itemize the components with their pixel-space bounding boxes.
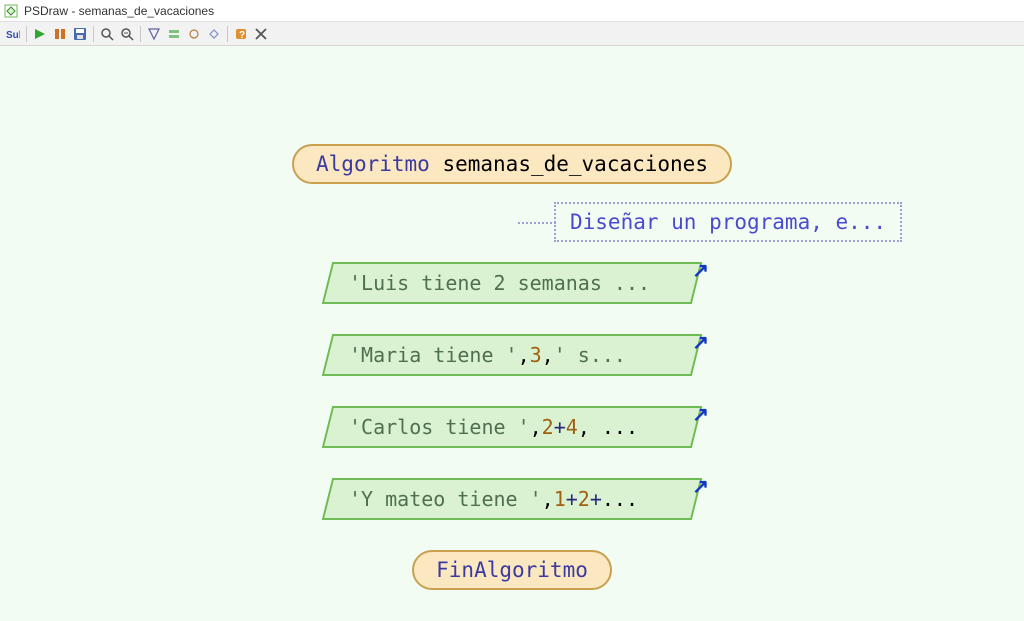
- toolbar-separator: [140, 26, 141, 42]
- output-node[interactable]: 'Y mateo tiene ', 1+2+...↗: [327, 478, 697, 520]
- code-segment: +: [566, 487, 578, 511]
- start-terminal[interactable]: Algoritmo semanas_de_vacaciones: [292, 144, 732, 184]
- code-segment: ,: [542, 343, 554, 367]
- end-label: FinAlgoritmo: [436, 558, 588, 582]
- output-content: 'Maria tiene ', 3, ' s...: [327, 334, 697, 376]
- titlebar: PSDraw - semanas_de_vacaciones: [0, 0, 1024, 22]
- comment-connector: [518, 222, 556, 224]
- step-button[interactable]: [51, 25, 69, 43]
- close-button[interactable]: [252, 25, 270, 43]
- help-button[interactable]: ?: [232, 25, 250, 43]
- layout-button[interactable]: [205, 25, 223, 43]
- app-icon: [4, 4, 18, 18]
- comment-node[interactable]: Diseñar un programa, e...: [554, 202, 902, 242]
- start-keyword: Algoritmo: [316, 152, 430, 176]
- toolbar-separator: [227, 26, 228, 42]
- output-node[interactable]: 'Maria tiene ', 3, ' s...↗: [327, 334, 697, 376]
- code-segment: 4: [566, 415, 578, 439]
- code-segment: 3: [530, 343, 542, 367]
- run-button[interactable]: [31, 25, 49, 43]
- output-content: 'Carlos tiene ', 2+4, ...: [327, 406, 697, 448]
- layout-button[interactable]: [145, 25, 163, 43]
- code-segment: , ...: [578, 415, 638, 439]
- toolbar-separator: [93, 26, 94, 42]
- window-title: PSDraw - semanas_de_vacaciones: [24, 4, 214, 18]
- toolbar: Sub ?: [0, 22, 1024, 46]
- output-node[interactable]: 'Carlos tiene ', 2+4, ...↗: [327, 406, 697, 448]
- algorithm-name-text: semanas_de_vacaciones: [442, 152, 708, 176]
- output-node[interactable]: 'Luis tiene 2 semanas ...↗: [327, 262, 697, 304]
- code-segment: +: [590, 487, 602, 511]
- layout-button[interactable]: [165, 25, 183, 43]
- code-segment: 2: [578, 487, 590, 511]
- svg-text:Sub: Sub: [6, 30, 20, 41]
- svg-text:?: ?: [239, 30, 245, 41]
- code-segment: 1: [554, 487, 566, 511]
- code-segment: 'Maria tiene ': [349, 343, 518, 367]
- end-terminal[interactable]: FinAlgoritmo: [412, 550, 612, 590]
- code-segment: ,: [530, 415, 542, 439]
- toolbar-separator: [26, 26, 27, 42]
- output-content: 'Luis tiene 2 semanas ...: [327, 262, 697, 304]
- code-segment: ...: [602, 487, 638, 511]
- layout-button[interactable]: [185, 25, 203, 43]
- output-arrow-icon: ↗: [692, 330, 709, 355]
- code-segment: ' s...: [554, 343, 626, 367]
- code-segment: ,: [518, 343, 530, 367]
- code-segment: 'Carlos tiene ': [349, 415, 530, 439]
- comment-text: Diseñar un programa, e...: [570, 210, 886, 234]
- output-arrow-icon: ↗: [692, 474, 709, 499]
- output-arrow-icon: ↗: [692, 258, 709, 283]
- code-segment: +: [554, 415, 566, 439]
- code-segment: 2: [542, 415, 554, 439]
- diagram: Algoritmo semanas_de_vacaciones Diseñar …: [292, 144, 732, 590]
- code-segment: ,: [542, 487, 554, 511]
- flowchart-canvas[interactable]: Algoritmo semanas_de_vacaciones Diseñar …: [0, 46, 1024, 621]
- save-button[interactable]: [71, 25, 89, 43]
- output-arrow-icon: ↗: [692, 402, 709, 427]
- code-segment: 'Y mateo tiene ': [349, 487, 542, 511]
- output-content: 'Y mateo tiene ', 1+2+...: [327, 478, 697, 520]
- sub-button[interactable]: Sub: [4, 25, 22, 43]
- code-segment: 'Luis tiene 2 semanas ...: [349, 271, 650, 295]
- zoom-out-button[interactable]: [118, 25, 136, 43]
- zoom-in-button[interactable]: [98, 25, 116, 43]
- outputs-container: 'Luis tiene 2 semanas ...↗ 'Maria tiene '…: [327, 262, 697, 550]
